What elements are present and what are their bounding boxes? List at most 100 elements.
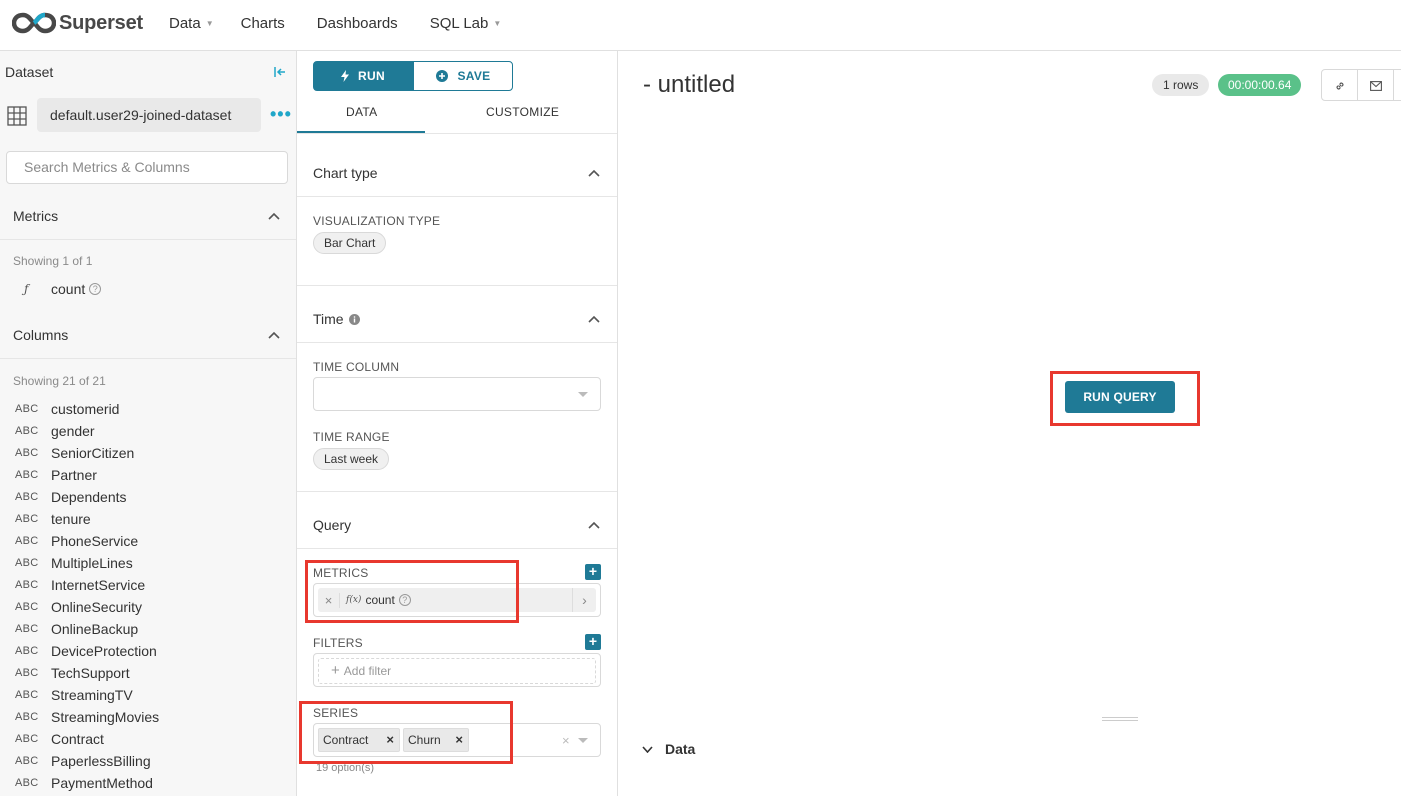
nav-charts-label: Charts	[240, 14, 285, 32]
share-email-button[interactable]	[1357, 69, 1394, 101]
column-item[interactable]: ABC MultipleLines	[15, 552, 159, 574]
column-item[interactable]: ABC Dependents	[15, 486, 159, 508]
resize-handle[interactable]	[1102, 717, 1138, 721]
query-section-title[interactable]: Query	[313, 517, 351, 533]
column-item[interactable]: ABC Partner	[15, 464, 159, 486]
column-item[interactable]: ABC SeniorCitizen	[15, 442, 159, 464]
time-section-label: Time	[313, 311, 344, 327]
column-name: Dependents	[51, 489, 127, 505]
plus-circle-icon	[435, 70, 448, 82]
add-metric-icon[interactable]: +	[585, 564, 601, 580]
column-name: Contract	[51, 731, 104, 747]
column-item[interactable]: ABC PhoneService	[15, 530, 159, 552]
string-type-icon: ABC	[15, 557, 39, 569]
add-filter-button[interactable]: + Add filter	[318, 658, 596, 684]
caret-down-icon[interactable]	[578, 738, 588, 743]
columns-section-title[interactable]: Columns	[13, 327, 68, 343]
clear-icon[interactable]: ×	[562, 733, 570, 748]
filters-control-label: FILTERS	[313, 636, 363, 650]
nav-data-menu[interactable]: Data ▼	[169, 15, 214, 32]
column-item[interactable]: ABC TechSupport	[15, 662, 159, 684]
nav-charts[interactable]: Charts	[241, 15, 285, 32]
add-filter-label: Add filter	[343, 664, 392, 678]
superset-logo[interactable]: Superset	[12, 12, 143, 35]
column-item[interactable]: ABC Contract	[15, 728, 159, 750]
run-button[interactable]: RUN	[313, 61, 413, 91]
column-item[interactable]: ABC DeviceProtection	[15, 640, 159, 662]
column-name: StreamingMovies	[51, 709, 160, 725]
help-icon[interactable]: ?	[89, 283, 102, 295]
divider	[297, 548, 617, 549]
dataset-panel: Dataset default.user29-joined-dataset ••…	[0, 51, 297, 796]
caret-down-icon	[578, 392, 588, 397]
filters-control[interactable]: + Add filter	[313, 653, 601, 687]
info-icon[interactable]	[348, 313, 360, 325]
chevron-up-icon[interactable]	[268, 331, 280, 339]
divider	[297, 196, 617, 197]
plus-icon: +	[331, 662, 340, 679]
column-item[interactable]: ABC OnlineSecurity	[15, 596, 159, 618]
column-name: TechSupport	[51, 665, 130, 681]
annotation-box-run-query	[1050, 371, 1200, 426]
data-section-toggle[interactable]: Data	[642, 741, 695, 757]
search-metrics-columns-input[interactable]: Search Metrics & Columns	[6, 151, 288, 184]
column-item[interactable]: ABC tenure	[15, 508, 159, 530]
string-type-icon: ABC	[15, 425, 39, 437]
chevron-up-icon[interactable]	[268, 212, 280, 220]
time-range-selector[interactable]: Last week	[313, 448, 390, 470]
column-item[interactable]: ABC PaymentMethod	[15, 772, 159, 794]
nav-sqllab-menu[interactable]: SQL Lab ▼	[430, 15, 502, 32]
column-item[interactable]: ABC StreamingTV	[15, 684, 159, 706]
string-type-icon: ABC	[15, 711, 39, 723]
time-range-label: TIME RANGE	[313, 430, 390, 444]
chart-type-section-title[interactable]: Chart type	[313, 165, 378, 181]
metrics-section-title[interactable]: Metrics	[13, 208, 58, 224]
save-button[interactable]: SAVE	[413, 61, 513, 91]
column-item[interactable]: ABC OnlineBackup	[15, 618, 159, 640]
string-type-icon: ABC	[15, 689, 39, 701]
chart-area: - untitled 1 rows 00:00:00.64 RUN QUERY …	[618, 51, 1401, 796]
columns-showing-count: Showing 21 of 21	[13, 374, 106, 388]
string-type-icon: ABC	[15, 491, 39, 503]
collapse-panel-icon[interactable]	[273, 65, 287, 79]
string-type-icon: ABC	[15, 469, 39, 481]
string-type-icon: ABC	[15, 535, 39, 547]
column-item[interactable]: ABC PaperlessBilling	[15, 750, 159, 772]
chevron-right-icon[interactable]: ›	[572, 588, 596, 612]
dataset-name[interactable]: default.user29-joined-dataset	[37, 98, 261, 132]
string-type-icon: ABC	[15, 579, 39, 591]
time-column-select[interactable]	[313, 377, 601, 411]
column-name: StreamingTV	[51, 687, 133, 703]
viz-type-selector[interactable]: Bar Chart	[313, 232, 387, 254]
table-grid-icon	[7, 106, 27, 126]
copy-link-button[interactable]	[1321, 69, 1358, 101]
string-type-icon: ABC	[15, 755, 39, 767]
chart-title[interactable]: - untitled	[643, 71, 735, 99]
lightning-icon	[341, 70, 350, 82]
more-actions-button[interactable]	[1393, 69, 1401, 101]
string-type-icon: ABC	[15, 513, 39, 525]
metric-item[interactable]: ƒ count ?	[24, 281, 102, 297]
dataset-more-icon[interactable]: •••	[270, 104, 292, 125]
nav-sqllab-label: SQL Lab	[429, 14, 489, 32]
chevron-up-icon[interactable]	[588, 169, 600, 177]
chevron-up-icon[interactable]	[588, 521, 600, 529]
nav-data-label: Data	[169, 14, 201, 32]
column-item[interactable]: ABC StreamingMovies	[15, 706, 159, 728]
tab-customize[interactable]: CUSTOMIZE	[486, 105, 559, 119]
nav-dashboards[interactable]: Dashboards	[317, 15, 398, 32]
chevron-up-icon[interactable]	[588, 315, 600, 323]
column-name: PhoneService	[51, 533, 139, 549]
run-button-label: RUN	[358, 69, 385, 83]
column-name: OnlineBackup	[51, 621, 139, 637]
add-filter-icon[interactable]: +	[585, 634, 601, 650]
tab-data[interactable]: DATA	[346, 105, 377, 119]
time-section-title[interactable]: Time	[313, 311, 360, 327]
column-item[interactable]: ABC gender	[15, 420, 159, 442]
nav-dashboards-label: Dashboards	[316, 14, 398, 32]
column-name: gender	[51, 423, 95, 439]
column-name: customerid	[51, 401, 120, 417]
column-item[interactable]: ABC InternetService	[15, 574, 159, 596]
column-item[interactable]: ABC customerid	[15, 398, 159, 420]
control-panel: RUN SAVE DATA CUSTOMIZE Chart type VISUA…	[297, 51, 618, 796]
